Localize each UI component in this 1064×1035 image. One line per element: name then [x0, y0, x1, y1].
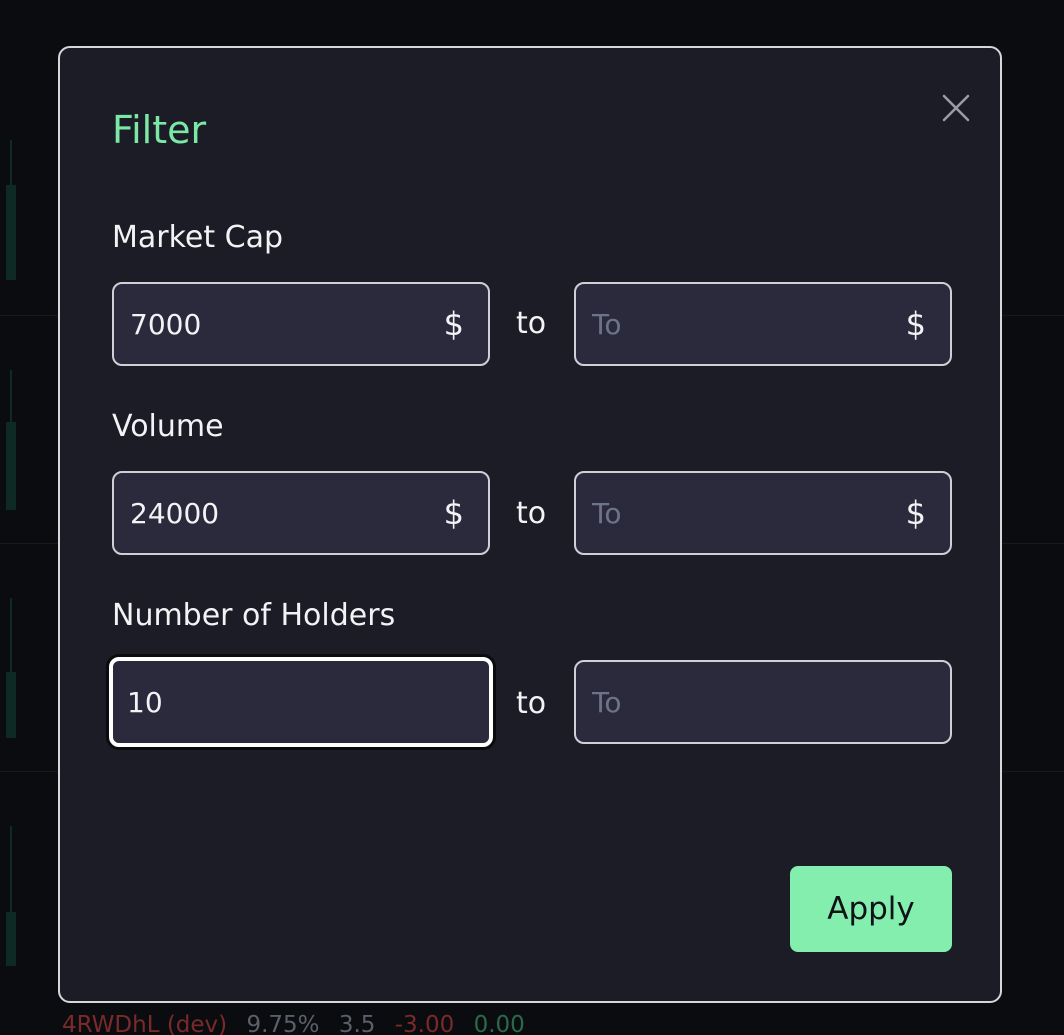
background-token-name: 4RWDhL (dev): [62, 1012, 228, 1035]
market-cap-from-unit: $: [443, 305, 464, 343]
background-token-row: 4RWDhL (dev) 9.75% 3.5 -3.00 0.00: [62, 1012, 537, 1035]
holders-label: Number of Holders: [112, 598, 396, 633]
dialog-title: Filter: [112, 108, 207, 152]
close-icon: [942, 94, 970, 122]
market-cap-to-unit: $: [905, 305, 926, 343]
volume-from-unit: $: [443, 494, 464, 532]
close-button[interactable]: [930, 82, 982, 134]
holders-to-field[interactable]: [574, 660, 952, 744]
market-cap-separator: to: [516, 306, 547, 341]
volume-label: Volume: [112, 409, 224, 444]
holders-from-input[interactable]: [127, 661, 417, 743]
volume-to-unit: $: [905, 494, 926, 532]
apply-button[interactable]: Apply: [790, 866, 952, 952]
background-token-change: -3.00: [394, 1012, 455, 1035]
filter-dialog: Filter Market Cap $ to $ Volume $ to $ N…: [58, 46, 1002, 1003]
market-cap-to-input[interactable]: [592, 284, 882, 364]
background-candle: [6, 672, 16, 738]
volume-from-input[interactable]: [130, 473, 420, 553]
volume-to-field[interactable]: $: [574, 471, 952, 555]
background-candle: [6, 422, 16, 510]
volume-from-field[interactable]: $: [112, 471, 490, 555]
background-candle: [6, 912, 16, 966]
background-token-value: 3.5: [338, 1012, 376, 1035]
market-cap-from-field[interactable]: $: [112, 282, 490, 366]
background-candle: [6, 185, 16, 280]
market-cap-to-field[interactable]: $: [574, 282, 952, 366]
market-cap-label: Market Cap: [112, 220, 284, 255]
background-token-amount: 0.00: [473, 1012, 525, 1035]
volume-separator: to: [516, 496, 547, 531]
market-cap-from-input[interactable]: [130, 284, 420, 364]
holders-to-input[interactable]: [592, 662, 882, 742]
background-token-percent: 9.75%: [246, 1012, 320, 1035]
holders-from-field[interactable]: [109, 657, 493, 747]
volume-to-input[interactable]: [592, 473, 882, 553]
holders-separator: to: [516, 686, 547, 721]
